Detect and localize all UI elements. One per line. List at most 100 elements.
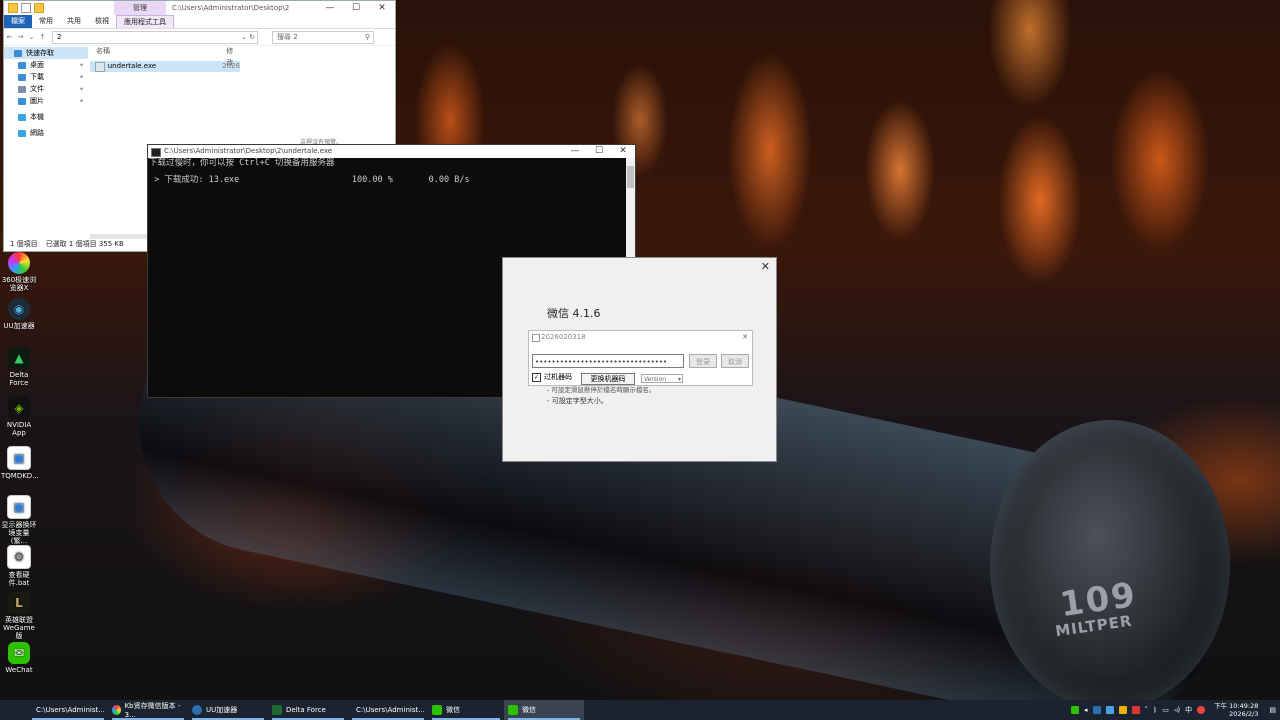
sidebar-item-label: 本機 — [30, 113, 44, 121]
column-header-modified[interactable]: 修改 — [226, 45, 240, 67]
scrollbar-thumb[interactable] — [627, 166, 634, 188]
wechat-icon[interactable] — [1071, 706, 1080, 714]
sidebar-item-network[interactable]: 網路 — [4, 127, 88, 139]
console-titlebar[interactable]: C:\Users\Administrator\Desktop\2\underta… — [148, 145, 635, 158]
bluetooth-icon[interactable]: ᛒ — [1153, 706, 1157, 714]
star-icon — [14, 49, 22, 57]
desktop-icon-sysinfo[interactable]: ▣ 显示器换环境变量(繁... — [1, 495, 37, 545]
chevron-down-icon[interactable]: ⌄ — [26, 33, 37, 41]
taskbar-item-explorer[interactable]: C:\Users\Administ... — [28, 700, 108, 720]
desktop-icon-lol[interactable]: L 英雄联盟WeGame版 — [1, 592, 37, 640]
desktop-icon-tqm[interactable]: ▣ TQMDKD... — [1, 446, 39, 480]
version-select[interactable]: Version ▾ — [641, 374, 683, 383]
cancel-button[interactable]: 取消 — [721, 354, 749, 368]
sidebar-item-label: 桌面 — [30, 61, 44, 69]
sidebar-item-quick-access[interactable]: 快速存取 — [4, 47, 88, 59]
taskbar-item-label: C:\Users\Administ... — [36, 706, 105, 714]
forward-arrow-icon[interactable]: → — [15, 33, 26, 41]
picture-icon — [18, 97, 26, 105]
ribbon-tab-share[interactable]: 共用 — [60, 15, 88, 28]
close-icon[interactable]: ✕ — [369, 1, 395, 15]
refresh-icon[interactable]: ⌄ ↻ — [241, 32, 255, 43]
file-row[interactable]: undertale.exe 2026 — [90, 61, 240, 72]
minimize-icon[interactable]: — — [317, 1, 343, 15]
explorer-titlebar[interactable]: 管理 C:\Users\Administrator\Desktop\2 — ☐ … — [4, 1, 395, 15]
quick-access-toolbar — [4, 3, 44, 13]
taskbar-item-label: 微信 — [522, 706, 536, 714]
taskbar-item-wechat[interactable]: 微信 — [428, 700, 504, 720]
tray-app-icon[interactable] — [1131, 706, 1140, 714]
up-arrow-icon[interactable]: ↑ — [37, 33, 48, 41]
sidebar-item-pictures[interactable]: 圖片 ✦ — [4, 95, 88, 107]
minimize-icon[interactable]: — — [563, 145, 587, 158]
close-icon[interactable]: ✕ — [761, 260, 770, 273]
properties-icon[interactable] — [21, 3, 31, 13]
desktop-icon-wechat[interactable]: ✉ WeChat — [1, 642, 37, 674]
console-line: 下载过慢时，你可以按 Ctrl+C 切换备用服务器 — [149, 158, 335, 168]
delta-force-icon: ▲ — [8, 347, 30, 369]
chevron-up-icon[interactable]: ˄ — [1145, 706, 1149, 714]
desktop-icon-label: Delta Force — [9, 371, 29, 387]
new-folder-icon[interactable] — [34, 3, 44, 13]
tray-app-icon[interactable] — [1105, 706, 1114, 714]
login-button[interactable]: 登录 — [689, 354, 717, 368]
desktop-icon-bat[interactable]: ⚙ 查看硬件.bat — [1, 545, 37, 587]
machine-code-panel: 2026020318 ✕ •••••••••••••••••••••••••••… — [528, 330, 753, 386]
close-icon[interactable]: ✕ — [611, 145, 635, 158]
input-method-icon[interactable] — [1197, 706, 1206, 714]
desktop-icon-delta-force[interactable]: ▲ Delta Force — [1, 347, 37, 387]
uu-accelerator-icon: ◉ — [8, 298, 30, 320]
explorer-navbar: ← → ⌄ ↑ 2 ⌄ ↻ 搜尋 2 ⚲ — [4, 29, 395, 46]
ribbon-tab-file[interactable]: 檔案 — [4, 15, 32, 28]
uu-accelerator-icon — [192, 705, 202, 715]
folder-icon[interactable] — [8, 3, 18, 13]
tray-app-icon[interactable] — [1118, 706, 1127, 714]
pin-icon: ✦ — [78, 73, 84, 81]
desktop-icon-label: 查看硬件.bat — [8, 571, 30, 587]
sidebar-item-desktop[interactable]: 桌面 ✦ — [4, 59, 88, 71]
clock[interactable]: 下午 10:49:28 2026/2/3 — [1214, 702, 1258, 718]
computer-icon — [18, 113, 26, 121]
taskbar-item-uu[interactable]: UU加速器 — [188, 700, 268, 720]
taskbar-item-wechat-active[interactable]: 微信 — [504, 700, 584, 720]
note-line: - 可設定字型大小。 — [547, 397, 608, 405]
chevron-down-icon: ▾ — [677, 376, 681, 383]
taskbar-item-console[interactable]: C:\Users\Administ... — [348, 700, 428, 720]
explorer-search-input[interactable]: 搜尋 2 ⚲ — [272, 30, 374, 44]
close-icon[interactable]: ✕ — [742, 331, 748, 344]
desktop-icon-label: 英雄联盟WeGame版 — [3, 616, 35, 640]
notification-icon[interactable]: ▤ — [1269, 706, 1276, 714]
ime-indicator[interactable]: 中 — [1185, 705, 1192, 715]
taskbar-item-browser[interactable]: Kb贤存微信版本 - 3... — [108, 700, 188, 720]
back-arrow-icon[interactable]: ← — [4, 33, 15, 41]
ribbon-tab-view[interactable]: 檢視 — [88, 15, 116, 28]
checkbox-checked-icon[interactable]: ✓ — [532, 372, 541, 382]
tray-app-icon[interactable] — [1092, 706, 1101, 714]
password-field[interactable]: •••••••••••••••••••••••••••••••• — [532, 354, 684, 368]
address-bar[interactable]: 2 ⌄ ↻ — [52, 30, 258, 44]
sidebar-item-documents[interactable]: 文件 ✦ — [4, 83, 88, 95]
taskbar-item-label: 微信 — [446, 706, 460, 714]
console-output[interactable]: 下载过慢时，你可以按 Ctrl+C 切换备用服务器 > 下载成功: 13.exe… — [148, 158, 635, 186]
maximize-icon[interactable]: ☐ — [343, 1, 369, 15]
desktop-icon-360[interactable]: 360极速浏览器X — [1, 252, 37, 292]
download-icon — [18, 73, 26, 81]
tray-icon[interactable]: ◂ — [1084, 706, 1088, 714]
pin-icon: ✦ — [78, 85, 84, 93]
desktop-icon-nvidia[interactable]: ◈ NVIDIA App — [1, 397, 37, 437]
sidebar-item-this-pc[interactable]: 本機 — [4, 111, 88, 123]
maximize-icon[interactable]: ☐ — [587, 145, 611, 158]
taskbar-item-delta-force[interactable]: Delta Force — [268, 700, 348, 720]
machine-code-panel-titlebar: 2026020318 ✕ — [529, 331, 752, 344]
explorer-context-tab[interactable]: 管理 — [114, 1, 166, 15]
column-header-name[interactable]: 名稱 — [90, 45, 226, 57]
ribbon-tab-app-tools[interactable]: 應用程式工具 — [116, 15, 174, 28]
bypass-machine-code-option[interactable]: ✓ 过机器码 — [532, 372, 572, 382]
explorer-statusbar: 1 個項目 已選取 1 個項目 355 KB — [10, 239, 124, 249]
ribbon-tab-home[interactable]: 常用 — [32, 15, 60, 28]
network-icon[interactable]: ▭ — [1162, 706, 1169, 714]
sidebar-item-downloads[interactable]: 下載 ✦ — [4, 71, 88, 83]
note-line: - 可設定滑鼠懸停於檔名時顯示檔名。 — [547, 386, 656, 394]
volume-icon[interactable]: ◃) — [1174, 706, 1180, 714]
desktop-icon-uu[interactable]: ◉ UU加速器 — [1, 298, 37, 330]
